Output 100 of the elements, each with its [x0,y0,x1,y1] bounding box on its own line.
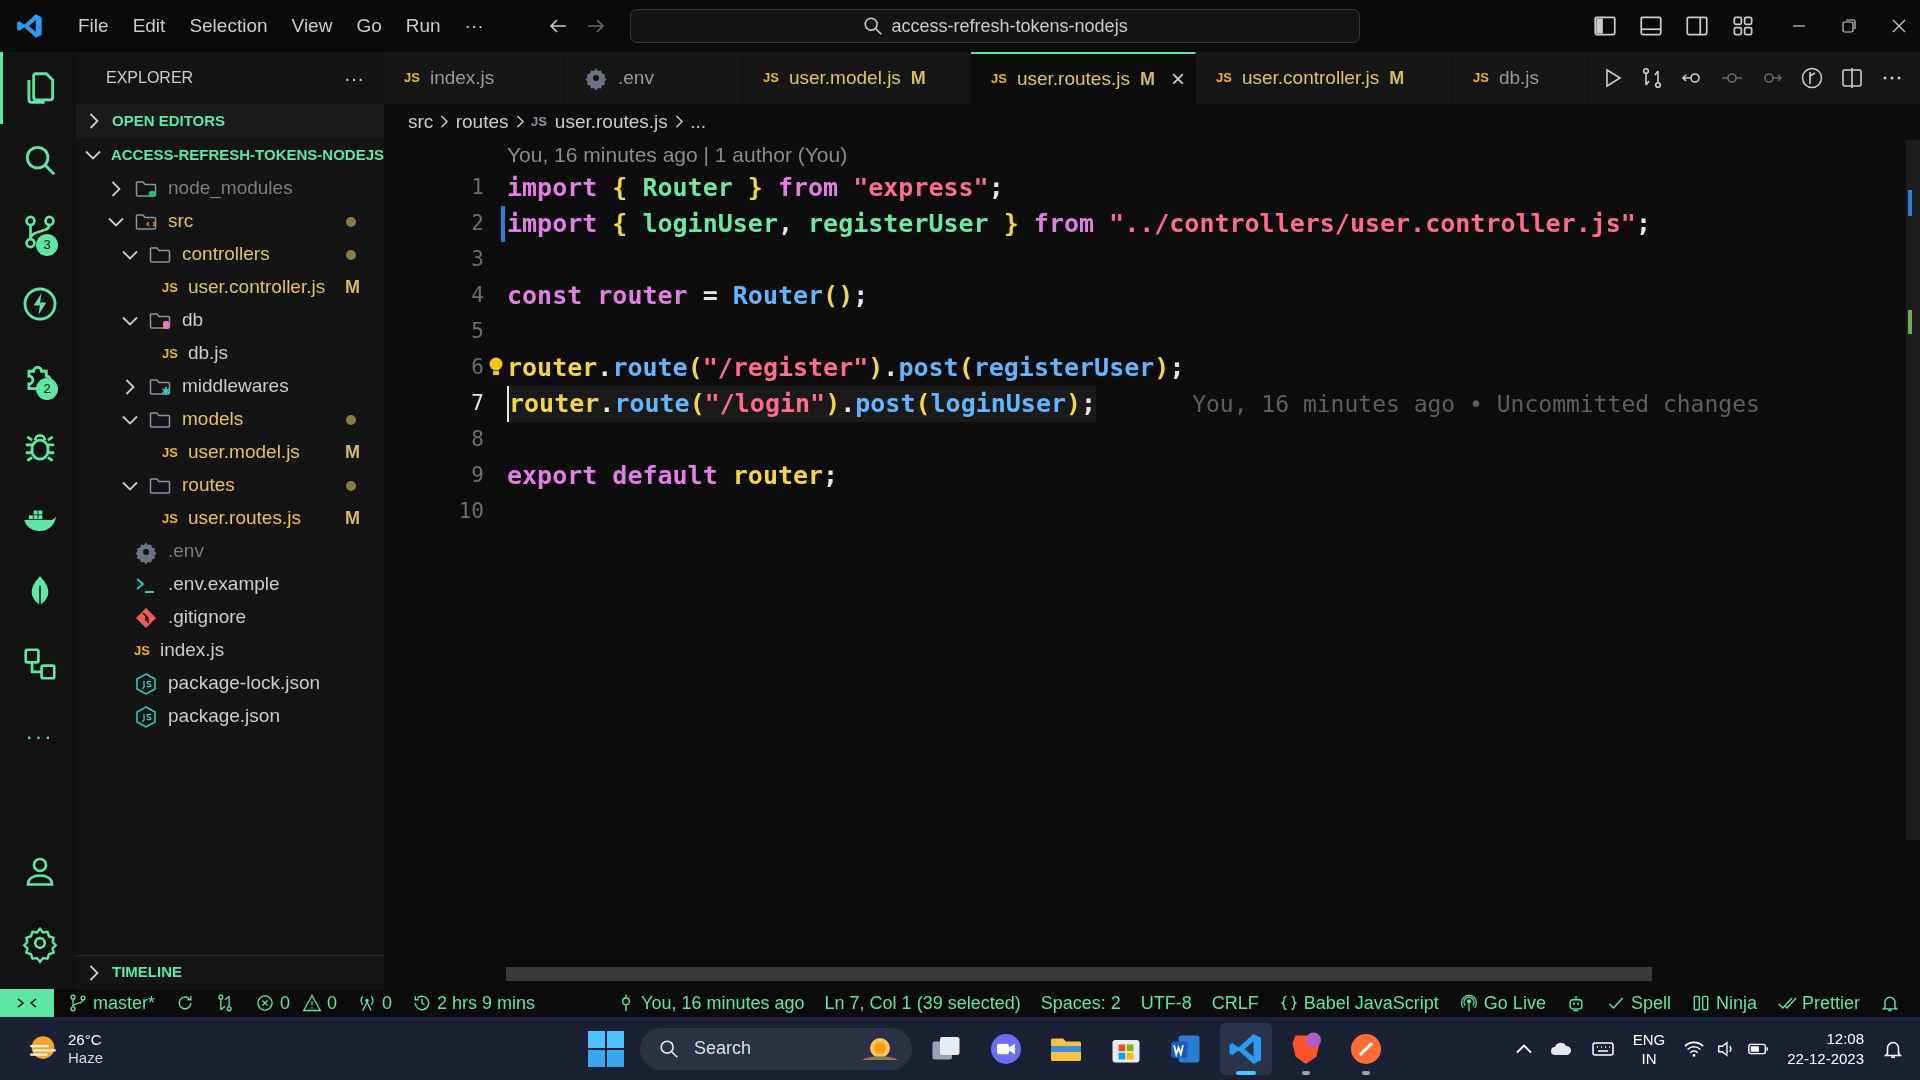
search-icon [861,15,884,37]
code-token: ; [1081,388,1097,421]
file-type-label: JS [404,69,420,88]
close-icon[interactable] [1892,19,1906,33]
file-row[interactable]: package-lock.json [76,667,384,700]
file-row[interactable]: JS index.js [76,634,384,667]
code-token: registerUser [808,208,990,241]
code-token: const [507,280,584,313]
menu-item[interactable]: Selection [177,11,280,41]
warnings-button[interactable]: 0 [300,989,348,1017]
file-row[interactable]: JS user.routes.js M [76,502,384,535]
section-header[interactable]: ACCESS-REFRESH-TOKENS-NODEJS [76,138,384,172]
branch-button[interactable]: master* [58,989,165,1017]
activity-bar-button[interactable]: ··· [0,700,76,772]
windows-start-icon[interactable] [588,1030,624,1067]
layout-panel-icon[interactable] [1638,13,1664,39]
breadcrumb-item[interactable]: src [408,107,434,137]
codelens-text[interactable]: You, 16 minutes ago | 1 author (You) [507,139,848,171]
code-token: default [612,460,719,493]
activity-bar-button[interactable]: 3 [0,196,76,268]
time-tracker-button[interactable]: 2 hrs 9 mins [402,989,546,1017]
menu-item[interactable]: ··· [452,11,496,41]
file-type-label: JS [763,69,779,88]
taskbar-app-button[interactable] [1220,1022,1272,1075]
file-row[interactable]: JS db.js [76,337,384,370]
blame-button[interactable]: You, 16 minutes ago [606,989,815,1017]
code-token: route [612,352,688,385]
menu-item[interactable]: View [279,11,345,41]
menu-item[interactable]: Edit [120,11,178,41]
folder-row[interactable]: db [76,304,384,337]
language-mode-button[interactable]: Babel JavaScript [1268,989,1449,1017]
vertical-scrollbar[interactable] [1906,140,1920,840]
input-language-button[interactable]: ENG IN [1632,1029,1666,1068]
folder-row[interactable]: node_modules [76,172,384,205]
code-token: loginUser [930,388,1066,421]
folder-row[interactable]: src [76,205,384,238]
status-item[interactable]: CRLF [1201,989,1269,1017]
code-token: , [777,208,794,241]
file-row[interactable]: JS user.controller.js M [76,271,384,304]
line-number: 9 [470,462,484,490]
restore-icon[interactable] [1842,19,1856,33]
ports-button[interactable]: 0 [347,989,403,1017]
layout-grid-icon[interactable] [1730,13,1756,39]
section-header[interactable]: OPEN EDITORS [76,104,384,138]
errors-button[interactable]: 0 [245,989,301,1017]
line-number: 6 [470,354,484,382]
menu-item[interactable]: File [66,11,121,41]
code-token: () [823,280,854,313]
folder-row[interactable]: routes [76,469,384,502]
code-token: "/login" [704,388,826,421]
chevron-up-icon[interactable] [1516,1044,1531,1053]
code-token: . [599,388,615,421]
compare-changes-icon[interactable] [1640,66,1664,90]
layout-sidebar-icon[interactable] [1592,13,1618,39]
breadcrumb-item[interactable]: routes [455,107,509,137]
status-item[interactable]: Ln 7, Col 1 (39 selected) [814,989,1031,1017]
layout-secondary-sidebar-icon[interactable] [1684,13,1710,39]
folder-row[interactable]: models [76,403,384,436]
breadcrumb-item[interactable]: ... [690,107,707,137]
line-number: 3 [470,246,484,274]
code-token: post [855,388,916,421]
lightbulb-icon[interactable] [489,357,503,377]
spell-button[interactable]: Spell [1595,989,1681,1017]
ninja-button[interactable]: Ninja [1680,989,1767,1017]
go-live-button[interactable]: Go Live [1448,989,1556,1017]
status-item[interactable]: UTF-8 [1130,989,1202,1017]
folder-row[interactable]: middlewares [76,370,384,403]
code-token: registerUser [973,352,1155,385]
file-row[interactable]: .gitignore [76,601,384,634]
close-tab-button[interactable]: × [1170,67,1185,91]
code-token: ( [689,388,705,421]
folder-row[interactable]: controllers [76,238,384,271]
split-editor-icon[interactable] [1840,66,1864,90]
more-actions-button[interactable]: ··· [344,63,364,93]
menu-item[interactable]: Run [393,11,453,41]
prettier-button[interactable]: Prettier [1766,989,1870,1017]
file-row[interactable]: JS user.model.js M [76,436,384,469]
chevron-right-icon [90,965,98,980]
code-token: export [507,460,599,493]
file-row[interactable]: .env [76,535,384,568]
code-token: . [883,352,899,385]
breadcrumb-item[interactable]: user.routes.js [554,107,668,137]
status-item[interactable]: Spaces: 2 [1030,989,1131,1017]
menu-item[interactable]: Go [344,11,394,41]
file-type-label: JS [134,641,150,660]
line-number: 8 [470,426,484,454]
clock[interactable]: 12:08 22-12-2023 [1787,1028,1864,1069]
horizontal-scrollbar[interactable] [506,967,1652,981]
code-token: } [1003,208,1020,241]
file-row[interactable]: package.json [76,700,384,733]
code-token: "../controllers/user.controller.js" [1109,208,1636,241]
command-center[interactable]: access-refresh-tokens-nodejs [629,9,1360,43]
taskbar-search-field[interactable]: Search [640,1027,912,1070]
file-row[interactable]: .env.example [76,568,384,601]
minimize-icon[interactable] [1792,25,1806,27]
remote-icon[interactable] [0,989,54,1017]
search-icon [658,1037,680,1060]
line-number: 7 [470,390,484,418]
activity-bar-button[interactable]: 2 [0,340,76,412]
editor-tab[interactable]: JS user.routes.js M × [971,52,1196,104]
